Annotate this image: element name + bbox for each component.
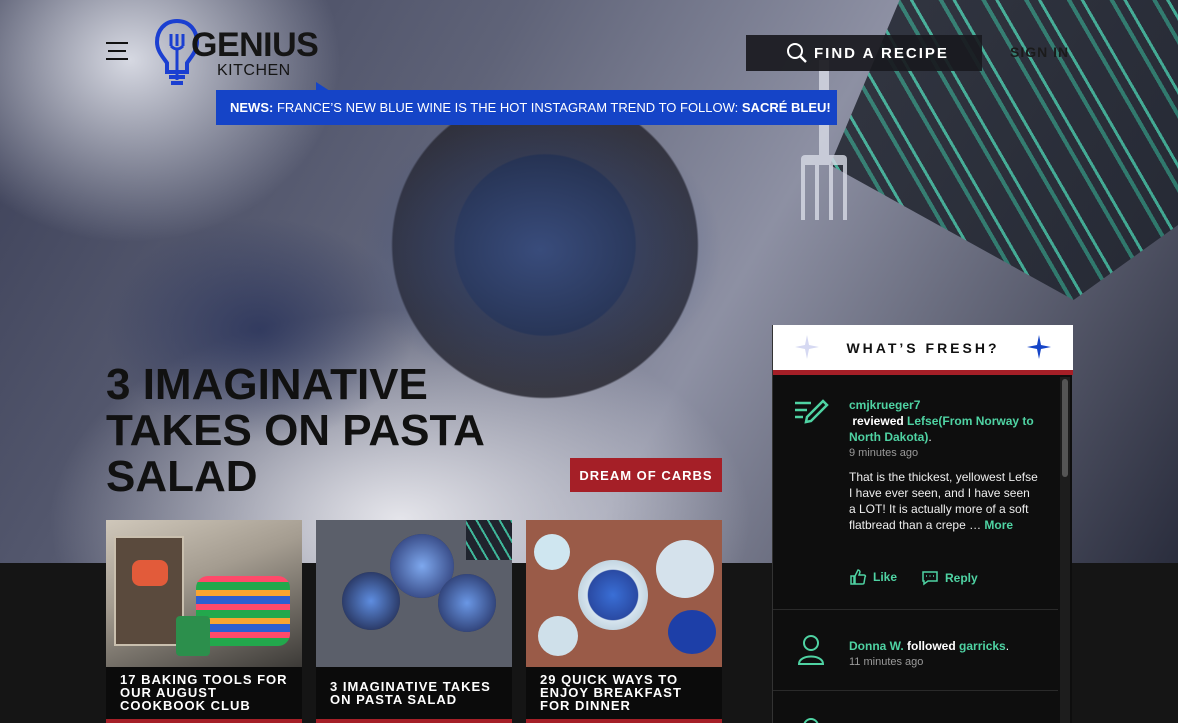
activity-item: cmjkrueger7 reviewed Lefse(From Norway t… xyxy=(773,375,1058,610)
card-title: 29 QUICK WAYS TO ENJOY BREAKFAST FOR DIN… xyxy=(526,667,722,723)
activity-time: 9 minutes ago xyxy=(849,447,919,459)
find-recipe-button[interactable]: FIND A RECIPE xyxy=(746,35,982,71)
thumbs-up-icon xyxy=(850,569,867,585)
activity-user-link[interactable]: cmjkrueger7 xyxy=(849,398,920,412)
panel-scrollbar[interactable] xyxy=(1060,377,1070,723)
review-snippet: That is the thickest, yellowest Lefse I … xyxy=(849,469,1039,533)
whats-fresh-title: WHAT’S FRESH? xyxy=(846,339,1000,356)
card-title: 17 BAKING TOOLS FOR OUR AUGUST COOKBOOK … xyxy=(106,667,302,723)
activity-target-link[interactable]: garricks xyxy=(959,639,1006,653)
article-card[interactable]: 17 BAKING TOOLS FOR OUR AUGUST COOKBOOK … xyxy=(106,520,302,723)
reply-button[interactable]: Reply xyxy=(921,570,978,586)
sparkle-icon xyxy=(795,335,819,359)
card-image xyxy=(106,520,302,667)
sparkle-icon xyxy=(1027,335,1051,359)
whats-fresh-header: WHAT’S FRESH? xyxy=(773,325,1073,370)
comment-icon xyxy=(922,571,938,586)
card-title: 3 IMAGINATIVE TAKES ON PASTA SALAD xyxy=(316,667,512,723)
like-label: Like xyxy=(873,570,898,584)
user-icon xyxy=(797,635,825,665)
more-link[interactable]: More xyxy=(984,518,1013,532)
activity-action: reviewed xyxy=(849,414,908,428)
news-suffix: SACRÉ BLEU! xyxy=(741,100,831,115)
card-image xyxy=(316,520,512,667)
article-card[interactable]: 3 IMAGINATIVE TAKES ON PASTA SALAD xyxy=(316,520,512,723)
article-card[interactable]: 29 QUICK WAYS TO ENJOY BREAKFAST FOR DIN… xyxy=(526,520,722,723)
find-recipe-label: FIND A RECIPE xyxy=(814,44,949,62)
activity-end: . xyxy=(1005,639,1010,653)
card-accent-bar xyxy=(106,719,302,723)
review-pencil-icon xyxy=(795,399,829,424)
activity-user-link[interactable]: Donna W. xyxy=(849,639,904,653)
sign-in-link[interactable]: SIGN IN xyxy=(1010,44,1069,60)
activity-text: cmjkrueger7 reviewed Lefse(From Norway t… xyxy=(849,397,1039,533)
activity-item-partial xyxy=(773,691,1058,723)
fork-image xyxy=(801,60,847,220)
like-button[interactable]: Like xyxy=(849,568,897,586)
activity-item: Donna W. followed garricks. 11 minutes a… xyxy=(773,610,1058,691)
card-accent-bar xyxy=(316,719,512,723)
logo-wordmark-genius: GENIUS xyxy=(191,26,319,64)
dream-of-carbs-button[interactable]: DREAM OF CARBS xyxy=(570,458,722,492)
news-prefix: NEWS: xyxy=(230,100,274,115)
activity-end: . xyxy=(928,430,932,444)
news-text: FRANCE’S NEW BLUE WINE IS THE HOT INSTAG… xyxy=(273,100,742,115)
activity-time: 11 minutes ago xyxy=(849,656,924,668)
genius-kitchen-logo[interactable]: GENIUS KITCHEN xyxy=(155,18,330,88)
search-icon xyxy=(787,43,807,63)
news-banner[interactable]: NEWS: FRANCE’S NEW BLUE WINE IS THE HOT … xyxy=(216,90,837,125)
activity-action: followed xyxy=(903,639,960,653)
card-image xyxy=(526,520,722,667)
menu-button[interactable] xyxy=(106,40,128,62)
card-accent-bar xyxy=(526,719,722,723)
scrollbar-thumb[interactable] xyxy=(1062,379,1068,477)
user-icon xyxy=(803,718,819,723)
hero-headline[interactable]: 3 IMAGINATIVE TAKES ON PASTA SALAD xyxy=(106,362,526,500)
whats-fresh-panel: WHAT’S FRESH? cmjkrueger7 reviewed Lefse… xyxy=(772,325,1073,723)
reply-label: Reply xyxy=(945,571,978,585)
activity-text: Donna W. followed garricks. 11 minutes a… xyxy=(849,638,1039,668)
logo-wordmark-kitchen: KITCHEN xyxy=(217,62,291,79)
